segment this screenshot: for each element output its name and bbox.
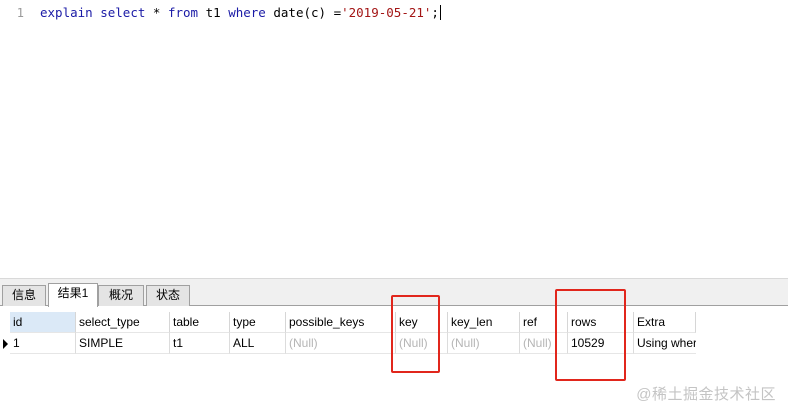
column-header-select-type[interactable]: select_type [76, 312, 170, 333]
cell-key-len[interactable]: (Null) [448, 333, 520, 354]
tab-overview[interactable]: 概况 [98, 285, 144, 306]
select-star: * [152, 5, 161, 20]
line-number-gutter: 1 [0, 0, 34, 278]
cell-type[interactable]: ALL [230, 333, 286, 354]
column-header-table[interactable]: table [170, 312, 230, 333]
table-name: t1 [205, 5, 221, 20]
cell-ref[interactable]: (Null) [520, 333, 568, 354]
cell-id[interactable]: 1 [10, 333, 76, 354]
tab-info[interactable]: 信息 [2, 285, 46, 306]
column-header-possible-keys[interactable]: possible_keys [286, 312, 396, 333]
column-header-rows[interactable]: rows [568, 312, 634, 333]
watermark: @稀土掘金技术社区 [636, 386, 776, 403]
result-tab-strip: 信息 结果1 概况 状态 [0, 282, 788, 307]
column-header-key-len[interactable]: key_len [448, 312, 520, 333]
text-caret [439, 5, 441, 20]
cell-rows[interactable]: 10529 [568, 333, 634, 354]
sql-editor[interactable]: 1 explain select * from t1 where date(c)… [0, 0, 788, 278]
app-window: 1 explain select * from t1 where date(c)… [0, 0, 788, 412]
sql-code-line[interactable]: explain select * from t1 where date(c) =… [40, 5, 441, 21]
cell-extra[interactable]: Using where [634, 333, 696, 354]
cell-select-type[interactable]: SIMPLE [76, 333, 170, 354]
statement-terminator: ; [431, 5, 439, 20]
table-row[interactable]: 1 SIMPLE t1 ALL (Null) (Null) (Null) (Nu… [0, 333, 788, 354]
column-header-id[interactable]: id [10, 312, 76, 333]
tab-status[interactable]: 状态 [146, 285, 190, 306]
current-row-indicator [0, 333, 10, 354]
result-grid[interactable]: id select_type table type possible_keys … [0, 312, 788, 356]
column-header-key[interactable]: key [396, 312, 448, 333]
row-pointer-icon [3, 339, 8, 349]
date-literal: '2019-05-21' [341, 5, 432, 20]
keyword-where: where [228, 5, 266, 20]
column-header-type[interactable]: type [230, 312, 286, 333]
keyword-select: select [100, 5, 146, 20]
tab-result1[interactable]: 结果1 [48, 283, 98, 307]
cell-possible-keys[interactable]: (Null) [286, 333, 396, 354]
column-header-ref[interactable]: ref [520, 312, 568, 333]
keyword-explain: explain [40, 5, 93, 20]
grid-header-row: id select_type table type possible_keys … [0, 312, 788, 333]
column-header-extra[interactable]: Extra [634, 312, 696, 333]
date-function: date(c) = [273, 5, 342, 20]
line-number: 1 [16, 6, 24, 20]
cell-key[interactable]: (Null) [396, 333, 448, 354]
cell-table[interactable]: t1 [170, 333, 230, 354]
keyword-from: from [167, 5, 199, 20]
